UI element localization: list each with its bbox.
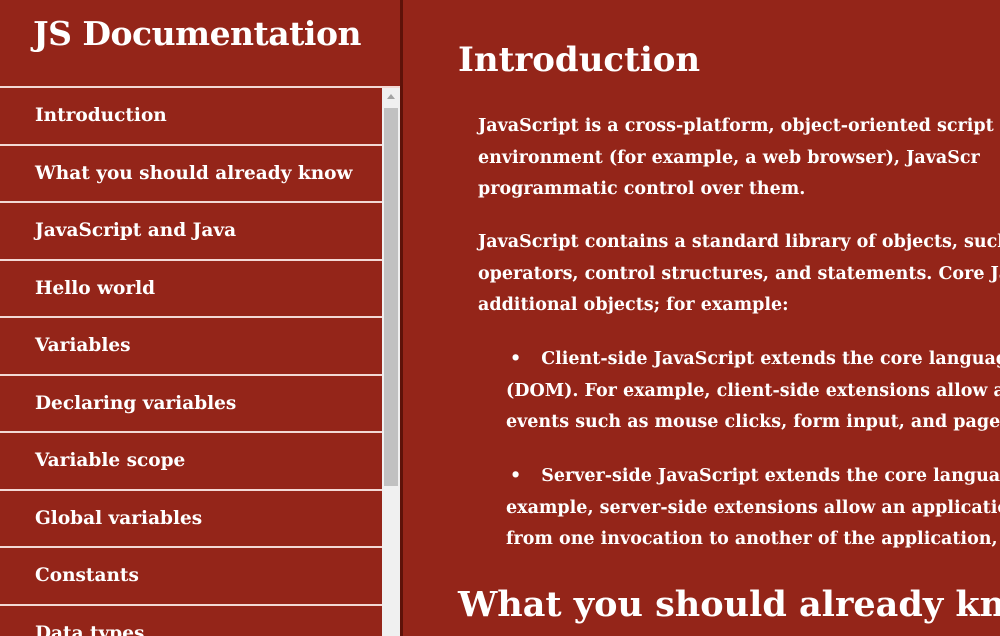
scroll-up-arrow-icon[interactable] (387, 94, 395, 99)
intro-paragraph-1: JavaScript is a cross-platform, object-o… (478, 111, 1000, 206)
nav-item-data-types[interactable]: Data types (0, 606, 382, 636)
text-line: JavaScript is a cross-platform, object-o… (478, 116, 994, 136)
nav-item-variable-scope[interactable]: Variable scope (0, 433, 382, 491)
section-title-what-you-should-already-know: What you should already know (458, 584, 1000, 625)
nav-item-introduction[interactable]: Introduction (0, 88, 382, 146)
nav-item-constants[interactable]: Constants (0, 548, 382, 606)
text-line: environment (for example, a web browser)… (478, 147, 980, 168)
text-line: from one invocation to another of the ap… (506, 529, 1000, 549)
text-line: (DOM). For example, client-side extensio… (506, 380, 1000, 401)
nav-scrollbar[interactable] (382, 88, 400, 636)
text-line: operators, control structures, and state… (478, 263, 1000, 284)
text-line: Server-side JavaScript extends the core … (506, 461, 1000, 493)
nav-item-global-variables[interactable]: Global variables (0, 491, 382, 548)
text-line: events such as mouse clicks, form input,… (506, 412, 1000, 432)
text-line: programmatic control over them. (478, 179, 806, 199)
nav-item-variables[interactable]: Variables (0, 318, 382, 376)
intro-paragraph-2: JavaScript contains a standard library o… (478, 227, 1000, 322)
sidebar: JS Documentation Introduction What you s… (0, 0, 403, 636)
nav-item-hello-world[interactable]: Hello world (0, 261, 382, 318)
text-line: additional objects; for example: (478, 295, 789, 315)
nav-item-javascript-and-java[interactable]: JavaScript and Java (0, 203, 382, 261)
scrollbar-thumb[interactable] (384, 108, 398, 486)
main-content: Introduction JavaScript is a cross-platf… (406, 0, 1000, 636)
list-item-server-side: Server-side JavaScript extends the core … (506, 461, 1000, 556)
nav-list: Introduction What you should already kno… (0, 88, 382, 636)
nav-item-what-you-should-already-know[interactable]: What you should already know (0, 146, 382, 203)
sidebar-title: JS Documentation (33, 14, 361, 53)
text-line: example, server-side extensions allow an… (506, 497, 1000, 518)
list-item-client-side: Client-side JavaScript extends the core … (506, 344, 1000, 439)
text-line: JavaScript contains a standard library o… (478, 232, 1000, 252)
nav-item-declaring-variables[interactable]: Declaring variables (0, 376, 382, 433)
section-title-introduction: Introduction (458, 40, 701, 80)
text-line: Client-side JavaScript extends the core … (506, 344, 1000, 376)
sidebar-header: JS Documentation (0, 0, 400, 88)
